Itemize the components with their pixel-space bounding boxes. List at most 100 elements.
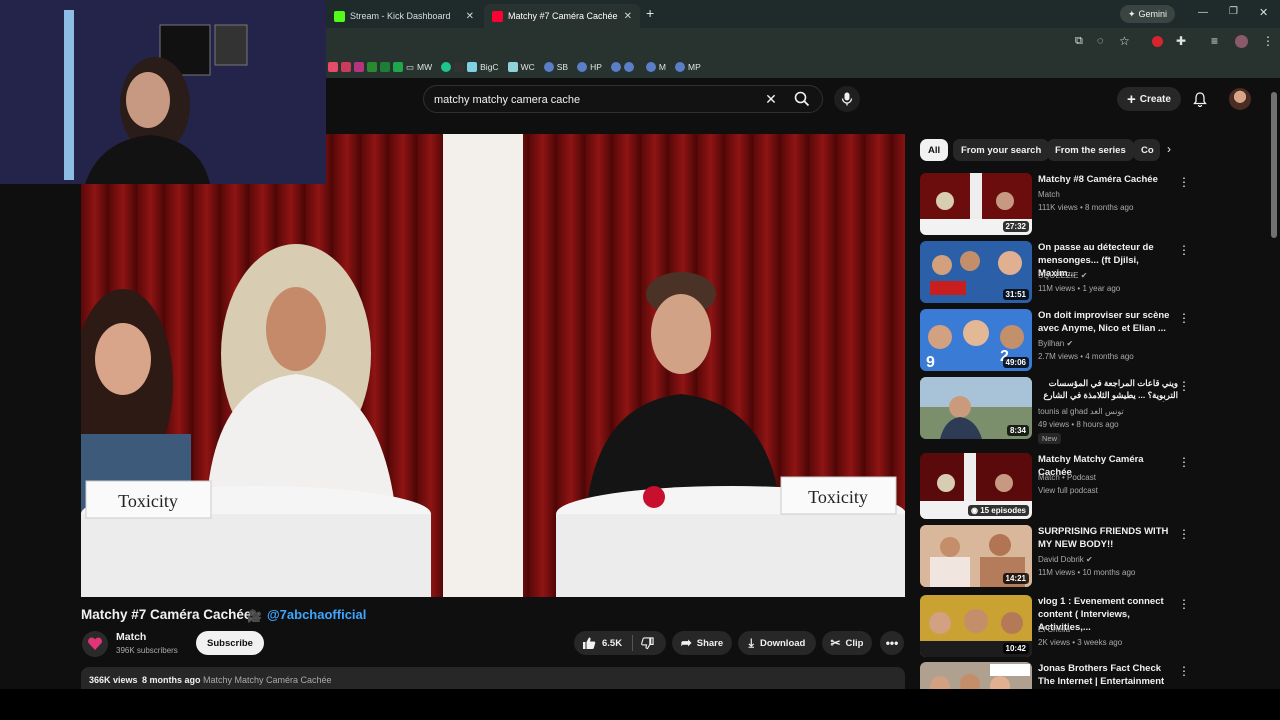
chip-all[interactable]: All — [920, 139, 949, 161]
mention-link[interactable]: @7abchaofficial — [267, 607, 366, 622]
share-label: Share — [696, 637, 724, 649]
subscribe-button[interactable]: Subscribe — [196, 631, 264, 655]
close-icon[interactable]: ✕ — [466, 11, 474, 22]
recommendation-item[interactable]: Jonas Brothers Fact Check The Internet |… — [920, 662, 1270, 689]
video-thumbnail[interactable] — [920, 662, 1032, 689]
video-player[interactable]: Toxicity Toxicity — [81, 134, 905, 597]
bookmark-bigc[interactable]: BigC — [441, 62, 499, 72]
bookmark-globe[interactable] — [610, 62, 637, 72]
close-icon[interactable]: ✕ — [624, 11, 632, 22]
channel-name[interactable]: Match — [116, 631, 146, 643]
channel-name[interactable]: Match — [1038, 190, 1060, 199]
bookmark-sb[interactable]: SB — [543, 62, 569, 72]
episodes-label: 15 episodes — [980, 506, 1026, 515]
chip-from-the-series[interactable]: From the series — [1047, 139, 1134, 161]
video-title[interactable]: SURPRISING FRIENDS WITH MY NEW BODY!! — [1038, 525, 1178, 551]
more-options-icon[interactable]: ⋮ — [1178, 597, 1190, 611]
video-thumbnail[interactable]: 14:21 — [920, 525, 1032, 587]
recommendation-item[interactable]: 92 49:06 On doit improviser sur scène av… — [920, 309, 1270, 373]
like-button[interactable]: 6.5K — [582, 636, 622, 650]
view-full-podcast-link[interactable]: View full podcast — [1038, 486, 1098, 495]
webcam-overlay — [0, 0, 326, 184]
user-avatar[interactable] — [1229, 88, 1251, 110]
gemini-button[interactable]: ✦ Gemini — [1120, 5, 1176, 23]
recommendation-item[interactable]: 27:32 Matchy #8 Caméra Cachée Match 111K… — [920, 173, 1270, 237]
search-box[interactable]: matchy matchy camera cache ✕ — [423, 85, 823, 113]
tab-matchy[interactable]: Matchy #7 Caméra Cachée ✕ — [484, 4, 640, 28]
video-thumbnail[interactable]: 8:34 — [920, 377, 1032, 439]
search-icon[interactable] — [792, 89, 812, 109]
recommendation-item[interactable]: 14:21 SURPRISING FRIENDS WITH MY NEW BOD… — [920, 525, 1270, 589]
channel-name[interactable]: tounis al ghad تونس الغد — [1038, 407, 1124, 416]
recommendation-item[interactable]: 10:42 vlog 1 : Evenement connect content… — [920, 595, 1270, 659]
camera-emoji-icon: 🎥 — [247, 609, 262, 623]
puzzle-icon[interactable]: ✚ — [1176, 34, 1186, 48]
profile-avatar[interactable] — [1235, 35, 1248, 48]
bookmark-mp[interactable]: MP — [675, 62, 701, 72]
bookmark-label: SB — [556, 62, 569, 72]
channel-name[interactable]: David Dobrik ✔ — [1038, 555, 1093, 564]
minimize-icon[interactable]: — — [1198, 7, 1208, 18]
menu-icon[interactable]: ⋮ — [1262, 34, 1274, 48]
channel-name[interactable]: Match • Podcast — [1038, 473, 1096, 482]
extension-icon[interactable] — [1152, 36, 1163, 47]
channel-label: Byilhan — [1038, 339, 1065, 348]
recommendation-item[interactable]: 8:34 ويني قاعات المراجعة في المؤسسات الت… — [920, 377, 1270, 444]
video-frame: Toxicity Toxicity — [81, 134, 905, 597]
search-input[interactable]: matchy matchy camera cache — [434, 94, 580, 106]
cast-icon[interactable]: ⧉ — [1075, 35, 1083, 48]
more-options-icon[interactable]: ⋮ — [1178, 243, 1190, 257]
video-title[interactable]: Matchy #8 Caméra Cachée — [1038, 173, 1178, 186]
channel-name[interactable]: SQUEEZIE ✔ — [1038, 271, 1087, 280]
svg-text:9: 9 — [926, 354, 935, 371]
create-button[interactable]: + Create — [1117, 87, 1181, 111]
close-window-icon[interactable]: ✕ — [1259, 6, 1268, 19]
description-box[interactable]: 366K views 8 months ago Matchy Matchy Ca… — [81, 667, 905, 691]
bookmark-hp[interactable]: HP — [577, 62, 602, 72]
dislike-button[interactable] — [641, 636, 654, 650]
playlist-thumbnail[interactable]: ◉ 15 episodes — [920, 453, 1032, 519]
video-thumbnail[interactable]: 31:51 — [920, 241, 1032, 303]
bookmark-label: HP — [590, 62, 602, 72]
new-tab-button[interactable]: + — [646, 5, 654, 21]
recommendation-item[interactable]: 31:51 On passe au détecteur de mensonges… — [920, 241, 1270, 305]
more-options-icon[interactable]: ⋮ — [1178, 455, 1190, 469]
mic-icon[interactable] — [834, 86, 860, 112]
chip-co[interactable]: Co — [1133, 139, 1160, 161]
tab-kick-dashboard[interactable]: Stream - Kick Dashboard ✕ — [326, 4, 482, 28]
star-icon[interactable]: ☆ — [1119, 34, 1130, 48]
more-options-icon[interactable]: ⋮ — [1178, 379, 1190, 393]
more-options-icon[interactable]: ⋮ — [1178, 311, 1190, 325]
bookmark-mw[interactable]: ▭ MW — [328, 62, 432, 73]
more-options-icon[interactable]: ⋮ — [1178, 527, 1190, 541]
chevron-right-icon[interactable]: › — [1167, 142, 1171, 156]
more-actions-button[interactable]: ••• — [880, 631, 904, 655]
youtube-icon — [492, 10, 503, 22]
scrollbar-thumb[interactable] — [1271, 92, 1277, 238]
video-thumbnail[interactable]: 27:32 — [920, 173, 1032, 235]
bell-icon[interactable] — [1191, 90, 1209, 108]
share-button[interactable]: ➦ Share — [672, 631, 732, 655]
video-thumbnail[interactable]: 92 49:06 — [920, 309, 1032, 371]
recommendation-item[interactable]: ◉ 15 episodes Matchy Matchy Caméra Caché… — [920, 453, 1270, 519]
chip-from-your-search[interactable]: From your search — [953, 139, 1050, 161]
download-button[interactable]: ⤓ Download — [738, 631, 816, 655]
video-title[interactable]: On doit improviser sur scène avec Anyme,… — [1038, 309, 1178, 335]
series-link[interactable]: Matchy Matchy Caméra Cachée — [203, 675, 332, 685]
video-title[interactable]: ويني قاعات المراجعة في المؤسسات التربوية… — [1038, 377, 1178, 402]
bookmark-wc[interactable]: WC — [507, 62, 535, 72]
more-options-icon[interactable]: ⋮ — [1178, 664, 1190, 678]
video-title[interactable]: Jonas Brothers Fact Check The Internet |… — [1038, 662, 1178, 689]
restore-icon[interactable]: ❐ — [1229, 6, 1238, 17]
queue-icon[interactable]: ≡ — [1211, 34, 1218, 48]
clip-button[interactable]: ✂ Clip — [822, 631, 872, 655]
bottom-strip — [0, 689, 1280, 720]
bookmark-m[interactable]: M — [645, 62, 666, 72]
channel-avatar[interactable] — [82, 631, 108, 657]
video-thumbnail[interactable]: 10:42 — [920, 595, 1032, 657]
more-options-icon[interactable]: ⋮ — [1178, 175, 1190, 189]
clear-search-icon[interactable]: ✕ — [762, 90, 780, 108]
channel-name[interactable]: Byilhan ✔ — [1038, 339, 1073, 348]
channel-name[interactable]: El Chella — [1038, 625, 1070, 634]
eye-off-icon[interactable]: ◌ — [1097, 35, 1104, 47]
